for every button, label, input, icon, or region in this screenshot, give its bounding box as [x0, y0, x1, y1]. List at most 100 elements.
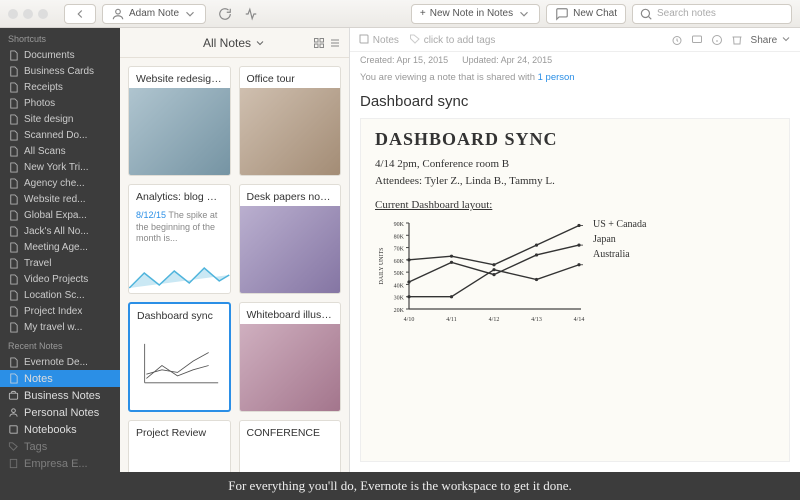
shared-link[interactable]: 1 person	[538, 72, 575, 83]
info-icon[interactable]	[711, 34, 723, 46]
sidebar-item[interactable]: Photos	[0, 95, 120, 111]
note-card-thumb	[240, 88, 341, 175]
search-input[interactable]: Search notes	[632, 4, 792, 24]
sidebar-tags[interactable]: Tags	[0, 438, 120, 455]
sidebar-item[interactable]: Receipts	[0, 79, 120, 95]
zoom-dot[interactable]	[38, 9, 48, 19]
sidebar-empresa[interactable]: Empresa E...	[0, 455, 120, 472]
activity-icon[interactable]	[244, 7, 258, 21]
tag-icon	[409, 33, 421, 45]
new-chat-button[interactable]: New Chat	[546, 4, 626, 24]
note-card-thumb	[240, 324, 341, 411]
svg-text:30K: 30K	[394, 296, 405, 302]
note-card[interactable]: Whiteboard illustrations - Carlos...	[239, 302, 342, 412]
note-card[interactable]: CONFERENCE	[239, 420, 342, 472]
sidebar-item[interactable]: My travel w...	[0, 319, 120, 335]
tag-input[interactable]: click to add tags	[409, 33, 496, 46]
account-label: Adam Note	[129, 8, 179, 19]
note-list-title: All Notes	[203, 36, 251, 50]
chart-svg: 20K30K40K50K60K70K80K90K4/104/114/124/13…	[375, 217, 585, 327]
note-card-title: Office tour	[240, 67, 341, 88]
note-card[interactable]: Analytics: blog performance Nove...8/12/…	[128, 184, 231, 294]
doc-icon	[8, 146, 19, 157]
sidebar-item[interactable]: Website red...	[0, 191, 120, 207]
sidebar-business-label: Business Notes	[24, 390, 100, 402]
sidebar-item[interactable]: Agency che...	[0, 175, 120, 191]
sidebar-item-label: Agency che...	[24, 178, 85, 189]
sidebar: Shortcuts DocumentsBusiness CardsReceipt…	[0, 28, 120, 472]
note-card[interactable]: Dashboard sync	[128, 302, 231, 412]
sidebar-item[interactable]: Travel	[0, 255, 120, 271]
note-card[interactable]: Project Review	[128, 420, 231, 472]
sidebar-item-label: Website red...	[24, 194, 86, 205]
doc-icon	[8, 98, 19, 109]
sidebar-item[interactable]: Meeting Age...	[0, 239, 120, 255]
sidebar-personal-label: Personal Notes	[24, 407, 99, 419]
reminder-icon[interactable]	[671, 34, 683, 46]
doc-icon	[8, 130, 19, 141]
note-body[interactable]: DASHBOARD SYNC 4/14 2pm, Conference room…	[360, 118, 790, 462]
account-menu[interactable]: Adam Note	[102, 4, 206, 24]
share-button[interactable]: Share	[751, 33, 792, 46]
back-button[interactable]	[64, 4, 96, 24]
note-list-title-dropdown[interactable]: All Notes	[203, 36, 266, 50]
sidebar-item[interactable]: Documents	[0, 47, 120, 63]
sidebar-item[interactable]: All Scans	[0, 143, 120, 159]
sidebar-item[interactable]: Location Sc...	[0, 287, 120, 303]
sidebar-item-label: Video Projects	[24, 274, 88, 285]
created-label: Created:	[360, 55, 395, 65]
grid-view-icon[interactable]	[313, 37, 325, 49]
sidebar-business[interactable]: Business Notes	[0, 387, 120, 404]
sidebar-item-label: All Scans	[24, 146, 66, 157]
present-icon[interactable]	[691, 34, 703, 46]
svg-text:90K: 90K	[394, 222, 405, 228]
sidebar-tags-label: Tags	[24, 441, 47, 453]
note-icon	[8, 373, 19, 384]
new-note-button[interactable]: + New Note in Notes	[411, 4, 540, 24]
sidebar-item[interactable]: Site design	[0, 111, 120, 127]
sidebar-item[interactable]: New York Tri...	[0, 159, 120, 175]
legend-item: Japan	[593, 232, 646, 247]
sidebar-notebooks-label: Notebooks	[24, 424, 77, 436]
sidebar-notes[interactable]: Notes	[0, 370, 120, 387]
doc-icon	[8, 242, 19, 253]
chevron-down-icon	[517, 7, 531, 21]
note-card[interactable]: Office tour	[239, 66, 342, 176]
hand-line1: 4/14 2pm, Conference room B	[375, 156, 775, 173]
minimize-dot[interactable]	[23, 9, 33, 19]
sidebar-personal[interactable]: Personal Notes	[0, 404, 120, 421]
list-view-icon[interactable]	[329, 37, 341, 49]
doc-icon	[8, 194, 19, 205]
note-card[interactable]: Website redesign: stock images	[128, 66, 231, 176]
doc-icon	[8, 66, 19, 77]
svg-text:20K: 20K	[394, 308, 405, 314]
sidebar-item[interactable]: Global Expa...	[0, 207, 120, 223]
note-card-title: CONFERENCE	[240, 421, 341, 442]
doc-icon	[8, 82, 19, 93]
new-chat-label: New Chat	[573, 8, 617, 19]
chevron-down-icon	[254, 37, 266, 49]
sidebar-notebooks[interactable]: Notebooks	[0, 421, 120, 438]
sketch-chart: 20K30K40K50K60K70K80K90K4/104/114/124/13…	[375, 217, 775, 327]
sync-icon[interactable]	[218, 7, 232, 21]
trash-icon[interactable]	[731, 34, 743, 46]
sidebar-item[interactable]: Jack's All No...	[0, 223, 120, 239]
svg-text:50K: 50K	[394, 271, 405, 277]
sidebar-item-label: Documents	[24, 50, 75, 61]
sidebar-item[interactable]: Video Projects	[0, 271, 120, 287]
note-title[interactable]: Dashboard sync	[350, 87, 800, 118]
notebook-selector[interactable]: Notes	[358, 33, 399, 46]
note-list-panel: All Notes Website redesign: stock images…	[120, 28, 350, 472]
close-dot[interactable]	[8, 9, 18, 19]
recent-header: Recent Notes	[0, 335, 120, 354]
sidebar-item[interactable]: Scanned Do...	[0, 127, 120, 143]
sidebar-item-label: Receipts	[24, 82, 63, 93]
window-controls[interactable]	[8, 9, 48, 19]
doc-icon	[8, 178, 19, 189]
sidebar-item[interactable]: Project Index	[0, 303, 120, 319]
sidebar-item[interactable]: Business Cards	[0, 63, 120, 79]
note-card[interactable]: Desk papers november	[239, 184, 342, 294]
sidebar-item[interactable]: Evernote De...	[0, 354, 120, 370]
doc-icon	[8, 162, 19, 173]
svg-text:4/13: 4/13	[531, 317, 542, 323]
